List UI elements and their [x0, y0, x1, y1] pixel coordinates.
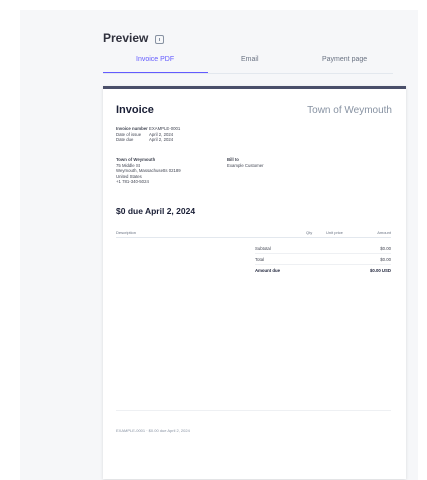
tab-invoice-pdf[interactable]: Invoice PDF	[136, 56, 174, 63]
address-line: +1 781-340-5024	[116, 179, 149, 184]
total-label: Total	[255, 257, 265, 262]
amount-due-row: Amount due $0.00 USD	[255, 265, 391, 275]
total-row: Total $0.00	[255, 254, 391, 265]
preview-header: Preview	[103, 31, 165, 45]
tab-email[interactable]: Email	[241, 56, 259, 63]
seller-address: Town of Weymouth 75 Middle St Weymouth, …	[116, 157, 181, 185]
invoice-meta: Invoice number EXAMPLE-0001 Date of issu…	[116, 126, 180, 143]
company-name: Town of Weymouth	[307, 105, 392, 116]
footer-divider	[116, 410, 391, 411]
total-row: Subtotal $0.00	[255, 243, 391, 254]
totals-block: Subtotal $0.00 Total $0.00 Amount due $0…	[255, 243, 391, 275]
preview-tabs: Invoice PDF Email Payment page	[103, 52, 393, 74]
col-qty: Qty	[306, 230, 313, 235]
meta-row: Date due April 2, 2024	[116, 137, 180, 143]
total-value: $0.00 USD	[369, 268, 391, 273]
tabs-divider	[103, 73, 393, 74]
col-amount: Amount	[377, 230, 391, 235]
bill-to: Bill to Example Customer	[227, 157, 264, 168]
preview-title: Preview	[103, 31, 149, 45]
tab-payment-page[interactable]: Payment page	[322, 56, 367, 63]
meta-value: April 2, 2024	[149, 137, 174, 142]
total-value: $0.00	[380, 246, 391, 251]
customer-name: Example Customer	[227, 162, 264, 168]
col-description: Description	[116, 230, 137, 235]
invoice-footer: EXAMPLE-0001 · $0.00 due April 2, 2024	[116, 428, 190, 433]
info-icon[interactable]	[155, 34, 165, 44]
line-items-header: Description Qty Unit price Amount	[116, 229, 391, 238]
invoice-document: Invoice Town of Weymouth Invoice number …	[103, 86, 406, 479]
meta-key: Date due	[116, 137, 134, 142]
address-line: Weymouth, Massachusetts 02189	[116, 168, 181, 173]
total-label: Amount due	[255, 268, 281, 273]
total-value: $0.00	[380, 257, 391, 262]
total-label: Subtotal	[255, 246, 271, 251]
amount-due-heading: $0 due April 2, 2024	[116, 206, 196, 216]
invoice-title: Invoice	[116, 104, 154, 116]
col-unit-price: Unit price	[326, 230, 343, 235]
